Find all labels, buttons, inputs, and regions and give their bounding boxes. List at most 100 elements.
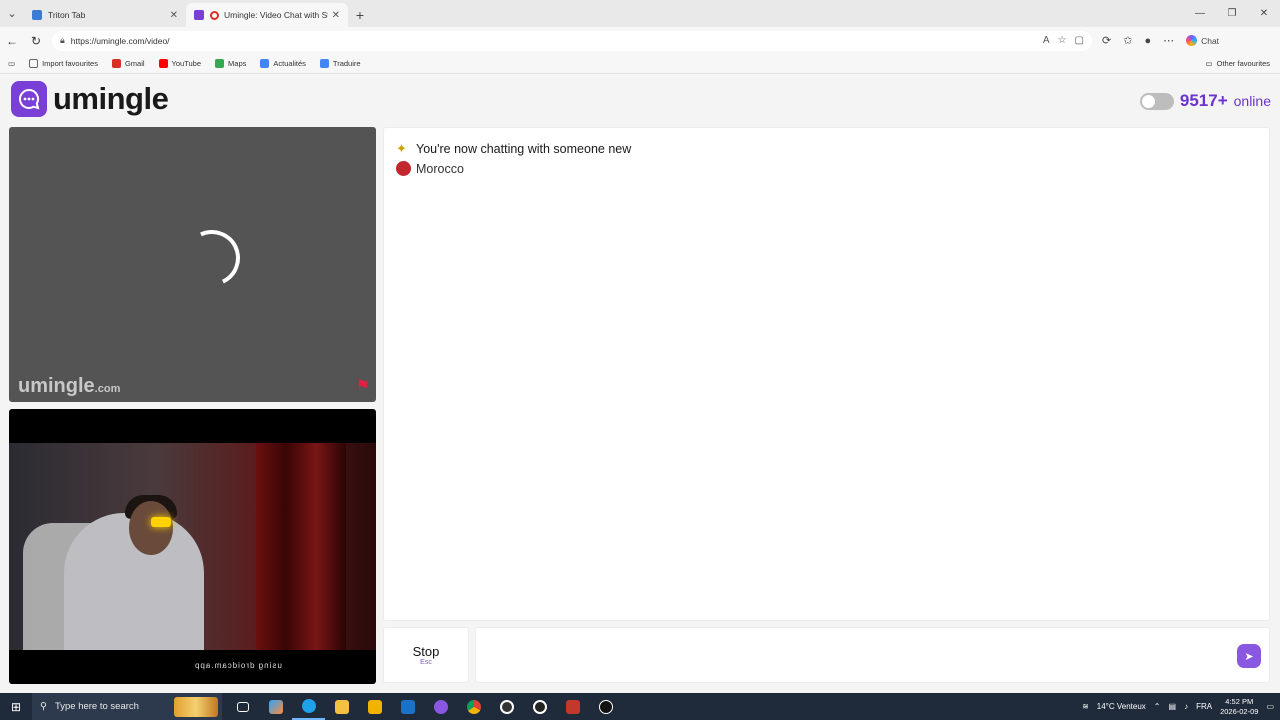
profile-avatar-icon[interactable]: ●: [1144, 35, 1151, 47]
favorites-bar: ▭ Import favourites Gmail YouTube Maps A…: [0, 54, 1280, 74]
address-bar-row: ← ↻ 🔒︎ https://umingle.com/video/ A ☆ ▢ …: [0, 27, 1280, 54]
favorites-icon[interactable]: ✩: [1123, 34, 1132, 47]
copilot-icon: [1186, 35, 1198, 46]
close-tab-icon[interactable]: ✕: [332, 10, 340, 21]
new-tab-button[interactable]: +: [348, 3, 372, 27]
url-text: https://umingle.com/video/: [70, 35, 170, 46]
webcam-feed: using droidcam.app: [9, 443, 376, 670]
maps-icon: [215, 59, 225, 68]
local-video: using droidcam.app: [9, 409, 376, 684]
chat-app-icon[interactable]: [424, 693, 457, 720]
notifications-icon[interactable]: ▭: [1266, 702, 1274, 711]
maximize-icon[interactable]: ❐: [1216, 0, 1248, 27]
triton-favicon-icon: [32, 10, 42, 20]
clock-time: 4:52 PM: [1225, 696, 1254, 706]
tab-triton[interactable]: Triton Tab ✕: [24, 3, 186, 27]
reload-icon[interactable]: ↻: [24, 29, 48, 53]
theme-toggle[interactable]: [1139, 92, 1174, 110]
youtube-icon: [158, 59, 168, 68]
import-icon: [29, 59, 39, 68]
favorite-gmail[interactable]: Gmail: [111, 59, 145, 68]
favorite-import[interactable]: Import favourites: [29, 59, 98, 68]
stop-shortcut: Esc: [420, 659, 432, 666]
chrome-icon[interactable]: [457, 693, 490, 720]
volume-icon[interactable]: ♪: [1184, 702, 1188, 711]
online-count: 9517+: [1179, 91, 1228, 110]
tab-title: Triton Tab: [48, 10, 86, 20]
folder-icon: ▭: [1205, 59, 1213, 68]
mail-icon[interactable]: [391, 693, 424, 720]
favorite-traduire[interactable]: Traduire: [319, 59, 361, 68]
gmail-icon: [111, 59, 121, 68]
close-window-icon[interactable]: ✕: [1248, 0, 1280, 27]
read-aloud-icon[interactable]: A: [1043, 35, 1050, 46]
favorite-maps[interactable]: Maps: [215, 59, 246, 68]
file-explorer-icon[interactable]: [325, 693, 358, 720]
close-tab-icon[interactable]: ✕: [170, 10, 178, 21]
stop-button[interactable]: Stop Esc: [383, 627, 469, 683]
news-icon: [260, 59, 270, 68]
back-icon[interactable]: ←: [0, 29, 24, 53]
reading-view-icon[interactable]: ▭: [8, 59, 15, 68]
recorder-app-icon[interactable]: [556, 693, 589, 720]
favorite-label: Gmail: [124, 59, 145, 68]
favorite-label: Maps: [228, 59, 247, 68]
remote-video: umingle.com ⚑: [9, 127, 376, 402]
favorite-star-icon[interactable]: ☆: [1058, 35, 1067, 46]
browser-tab-strip: ⌄ Triton Tab ✕ Umingle: Video Chat with …: [0, 0, 1280, 27]
umingle-favicon-icon: [194, 10, 204, 20]
taskbar-search[interactable]: ⚲ Type here to search: [32, 693, 222, 720]
tab-umingle[interactable]: Umingle: Video Chat with Str ✕: [186, 3, 348, 27]
online-label: online: [1233, 93, 1271, 109]
tab-actions-menu[interactable]: ⌄: [0, 0, 24, 27]
task-view-icon[interactable]: [226, 693, 259, 720]
language-indicator[interactable]: FRA: [1196, 702, 1212, 711]
windows-start-icon[interactable]: ⊞: [0, 693, 32, 720]
tray-overflow-icon[interactable]: ⌃: [1154, 702, 1161, 711]
other-favourites[interactable]: ▭ Other favourites: [1206, 59, 1270, 68]
dark-app-icon[interactable]: [589, 693, 622, 720]
system-tray: ≋ 14°C Venteux ⌃ ▤ ♪ FRA 4:52 PM 2026-02…: [1082, 697, 1280, 717]
chat-bubble-icon: [11, 81, 47, 117]
person-head: [129, 501, 173, 555]
window-controls: — ❐ ✕: [1184, 0, 1280, 27]
glasses-shape: [151, 517, 171, 527]
send-icon[interactable]: ➤: [1237, 644, 1261, 668]
favorite-label: Actualités: [273, 59, 306, 68]
copilot-app-icon[interactable]: [259, 693, 292, 720]
weather-text[interactable]: 14°C Venteux: [1097, 702, 1146, 711]
recording-icon: [210, 10, 219, 20]
country-line: Morocco: [396, 161, 464, 176]
clock[interactable]: 4:52 PM 2026-02-09: [1220, 697, 1258, 717]
minimize-icon[interactable]: —: [1184, 0, 1216, 27]
copilot-button[interactable]: Chat: [1186, 35, 1219, 46]
search-placeholder: Type here to search: [54, 701, 139, 712]
background-curtain: [256, 443, 346, 650]
weather-icon[interactable]: ≋: [1082, 702, 1089, 711]
translate-icon: [319, 59, 329, 68]
stop-label: Stop: [412, 644, 440, 659]
favorite-label: Import favourites: [42, 59, 98, 68]
favorite-youtube[interactable]: YouTube: [158, 59, 202, 68]
url-field[interactable]: 🔒︎ https://umingle.com/video/ A ☆ ▢: [52, 30, 1092, 51]
refresh-extension-icon[interactable]: ⟳: [1102, 34, 1111, 47]
video-watermark: umingle.com: [18, 375, 120, 398]
app-available-icon[interactable]: ▢: [1075, 35, 1084, 46]
store-icon[interactable]: [358, 693, 391, 720]
copilot-label: Chat: [1201, 35, 1220, 46]
favorite-actualites[interactable]: Actualités: [260, 59, 306, 68]
watermark-text: umingle: [18, 375, 95, 397]
message-input[interactable]: ➤: [475, 627, 1270, 683]
favorite-label: YouTube: [171, 59, 202, 68]
search-highlight-image: [174, 696, 218, 717]
edge-browser-icon[interactable]: [292, 693, 325, 720]
aperture-app-icon[interactable]: [490, 693, 523, 720]
site-logo[interactable]: umingle: [11, 81, 169, 117]
loading-spinner-icon: [176, 222, 248, 294]
obs-icon[interactable]: [523, 693, 556, 720]
more-menu-icon[interactable]: ⋯: [1163, 34, 1174, 47]
report-flag-icon[interactable]: ⚑: [356, 376, 370, 396]
network-icon[interactable]: ▤: [1169, 702, 1177, 711]
online-indicator: 9517+ online: [1139, 91, 1271, 111]
lock-icon[interactable]: 🔒︎: [60, 35, 65, 46]
